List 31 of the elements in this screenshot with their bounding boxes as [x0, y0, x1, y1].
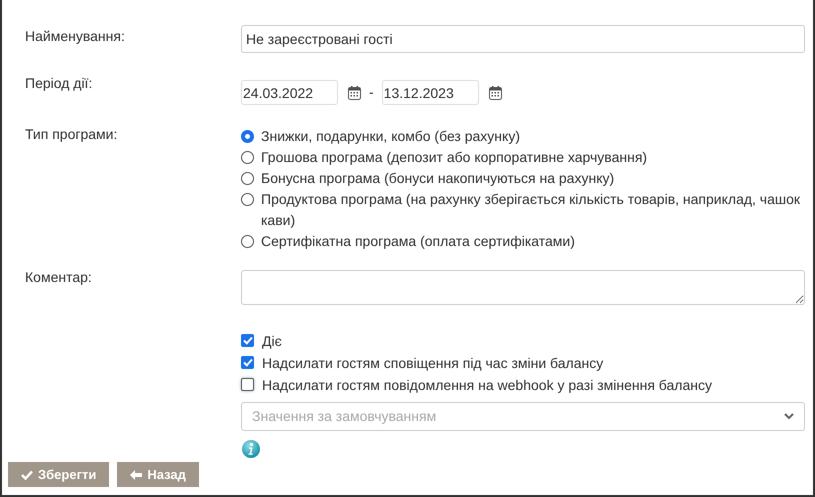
radio-button[interactable]: [241, 193, 254, 206]
arrow-left-icon: [130, 470, 142, 480]
radio-label: Бонусна програма (бонуси накопичуються на рахунку): [261, 169, 614, 188]
chevron-down-icon: [784, 412, 794, 420]
field-label: Період дії:: [25, 74, 92, 91]
checkbox-label: Надсилати гостям сповіщення під час зміни балансу: [262, 354, 604, 373]
field-label: Коментар:: [25, 269, 92, 286]
date-field[interactable]: 24.03.2022: [241, 80, 338, 106]
radio-button[interactable]: [241, 235, 254, 248]
comment-field[interactable]: [241, 270, 805, 306]
date-separator: -: [369, 83, 374, 102]
radio-label: Сертифікатна програма (оплата сертифікатами): [261, 232, 575, 252]
calendar-icon[interactable]: [348, 86, 361, 100]
info-icon[interactable]: [241, 439, 261, 460]
checkbox-label: Діє: [262, 332, 282, 351]
radio-button[interactable]: [241, 130, 254, 144]
checkbox[interactable]: [241, 356, 254, 370]
field-label: Найменування:: [25, 28, 125, 44]
radio-label: Грошова програма (депозит або корпоративне харчування): [261, 148, 648, 168]
date-field[interactable]: 13.12.2023: [382, 80, 479, 106]
radio-label: Знижки, подарунки, комбо (без рахунку): [261, 127, 520, 146]
checkbox[interactable]: [241, 334, 254, 348]
name-field[interactable]: Не зареєстровані гості: [241, 25, 805, 53]
radio-label: Продуктова програма (на рахунку зберігається кількість товарів, наприклад, чашок кави): [261, 190, 802, 230]
radio-button[interactable]: [241, 172, 254, 186]
calendar-icon[interactable]: [488, 86, 502, 100]
check-icon: [21, 470, 33, 480]
checkbox[interactable]: [241, 378, 254, 392]
checkbox-label: Надсилати гостям повідомлення на webhook у разі змінення балансу: [262, 376, 712, 395]
radio-button[interactable]: [241, 151, 254, 164]
field-label: Тип програми:: [25, 126, 118, 142]
